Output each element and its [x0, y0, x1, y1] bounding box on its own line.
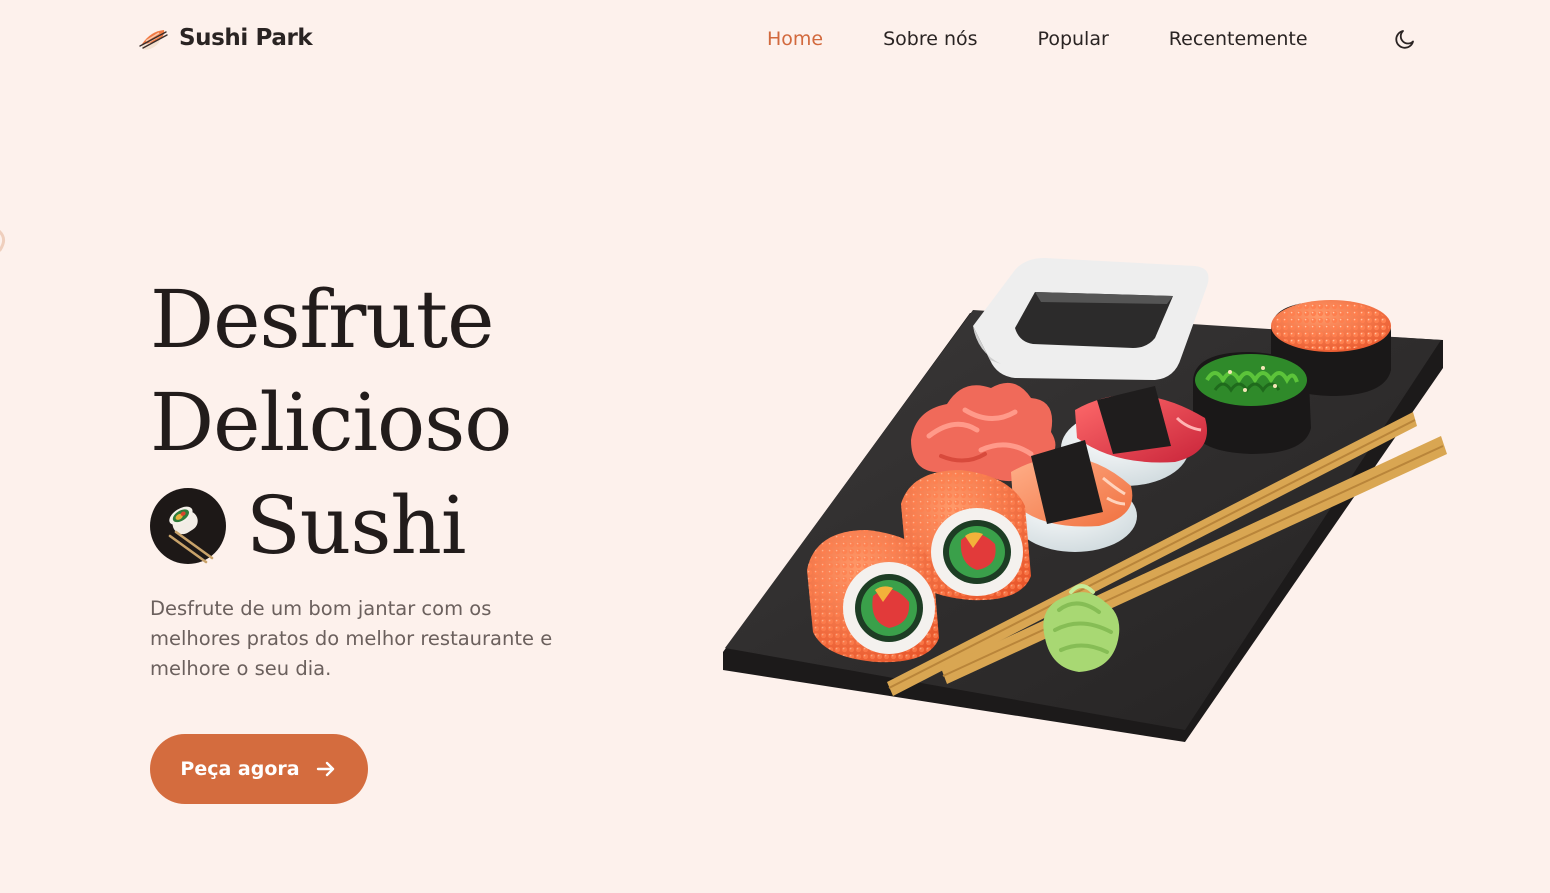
hero-title-line-1: Desfrute: [150, 273, 494, 366]
order-now-button[interactable]: Peça agora: [150, 734, 368, 804]
hero-title-line-2: Delicioso: [150, 376, 512, 469]
hero-title-line-3: Sushi: [246, 479, 466, 572]
leaf-decoration-icon: [0, 229, 6, 252]
order-now-label: Peça agora: [180, 758, 300, 780]
sushi-roll-chopsticks-icon: [150, 487, 226, 564]
nav-item-home[interactable]: Home: [767, 28, 823, 50]
nav-item-recentemente[interactable]: Recentemente: [1169, 28, 1308, 50]
brand-name: Sushi Park: [179, 25, 313, 51]
moon-icon: [1395, 30, 1414, 49]
main-nav: Home Sobre nós Popular Recentemente: [767, 24, 1308, 54]
brand-logo[interactable]: Sushi Park: [137, 22, 313, 54]
hero-title-line-3-wrap: Sushi: [150, 474, 511, 577]
sushi-logo-icon: [139, 30, 168, 50]
nav-item-popular[interactable]: Popular: [1038, 28, 1109, 50]
arrow-right-icon: [316, 761, 334, 777]
hero-description: Desfrute de um bom jantar com os melhore…: [150, 597, 553, 680]
sushi-platter-illustration: [723, 258, 1447, 742]
site-header: Sushi Park Home Sobre nós Popular Recent…: [0, 0, 1550, 78]
theme-toggle-button[interactable]: [1391, 25, 1419, 53]
nav-item-sobre-nos[interactable]: Sobre nós: [883, 28, 977, 50]
hero-title: Desfrute Delicioso Sushi: [150, 268, 512, 577]
